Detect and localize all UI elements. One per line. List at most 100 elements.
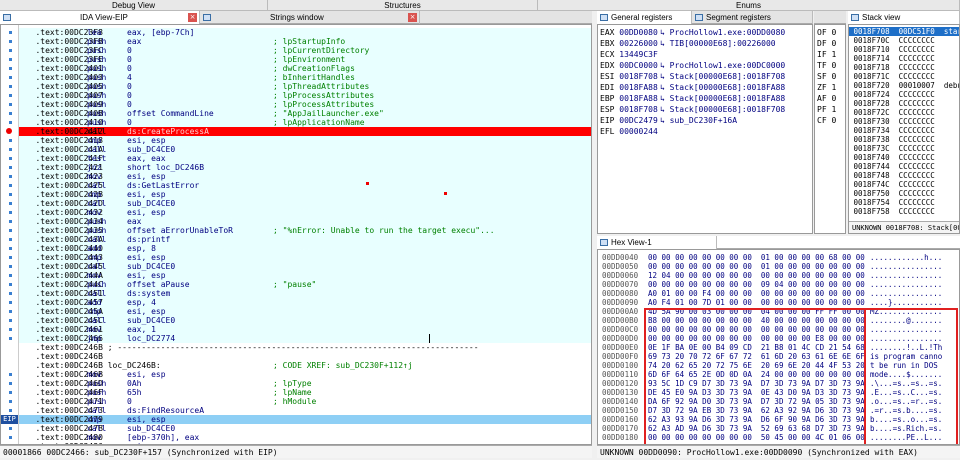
disasm-line[interactable]: .text:00DC2451 call ds:system [19, 289, 591, 298]
flag-row[interactable]: SF 0 [817, 71, 836, 82]
stack-row[interactable]: 0018F708 00DC51F0 start [849, 27, 959, 36]
close-icon[interactable]: × [408, 13, 417, 22]
stack-row[interactable]: 0018F754 CCCCCCCC [849, 198, 959, 207]
disasm-line[interactable]: .text:00DC23F8 lea eax, [ebp-7Ch] [19, 28, 591, 37]
disasm-line[interactable]: .text:00DC2407 push 0; lpProcessAttributes [19, 91, 591, 100]
disasm-line[interactable]: .text:00DC2471 push 0; hModule [19, 397, 591, 406]
register-row[interactable]: ESI 0018F708 ↳ Stack[00000E68]:0018F708 [600, 71, 785, 82]
disasm-line[interactable]: .text:00DC244C push offset aPause; "pause" [19, 280, 591, 289]
disasm-line[interactable]: .text:00DC242B cmp esi, esp [19, 190, 591, 199]
disasm-line[interactable]: .text:00DC2409 push 0; lpProcessAttributes [19, 100, 591, 109]
disasm-line[interactable]: .text:00DC244A mov esi, esp [19, 271, 591, 280]
register-row[interactable]: ESP 0018F708 ↳ Stack[00000E68]:0018F708 [600, 104, 785, 115]
disasm-line[interactable]: .text:00DC243A call ds:printf [19, 235, 591, 244]
disasm-line[interactable]: .text:00DC2401 push 0; dwCreationFlags [19, 64, 591, 73]
disasm-line[interactable]: .text:00DC2440 add esp, 8 [19, 244, 591, 253]
disasm-line[interactable]: .text:00DC2403 push 4; bInheritHandles [19, 73, 591, 82]
stack-row[interactable]: 0018F718 CCCCCCCC [849, 63, 959, 72]
register-row[interactable]: EBX 00226000 ↳ TIB[00000E68]:00226000 [600, 38, 776, 49]
stack-row[interactable]: 0018F750 CCCCCCCC [849, 189, 959, 198]
stack-row[interactable]: 0018F720 00010007 debug0 [849, 81, 960, 90]
hex-row[interactable]: 00DD0070 00 00 00 00 00 00 00 00 09 04 00… [598, 280, 959, 289]
register-row[interactable]: EBP 0018FA88 ↳ Stack[00000E68]:0018FA88 [600, 93, 785, 104]
disasm-line[interactable]: .text:00DC2461 mov eax, 1 [19, 325, 591, 334]
hex-row[interactable]: 00DD0090 A0 F4 01 00 7D 01 00 00 00 00 00… [598, 298, 959, 307]
hex-row[interactable]: 00DD0040 00 00 00 00 00 00 00 00 01 00 00… [598, 253, 959, 262]
stack-row[interactable]: 0018F738 CCCCCCCC [849, 135, 959, 144]
tab-segment-registers[interactable]: Segment registers [692, 11, 813, 24]
flag-row[interactable]: CF 0 [817, 115, 836, 126]
disasm-line[interactable]: .text:00DC2418 cmp esi, esp [19, 136, 591, 145]
stack-row[interactable]: 0018F724 CCCCCCCC [849, 90, 959, 99]
disasm-line[interactable]: .text:00DC2425 call ds:GetLastError [19, 181, 591, 190]
disasm-line[interactable]: .text:00DC2466 jmp loc_DC2774 [19, 334, 591, 343]
disasm-line[interactable]: .text:00DC23FE push 0; lpEnvironment [19, 55, 591, 64]
disasm-line[interactable]: .text:00DC2405 push 0; lpThreadAttributes [19, 82, 591, 91]
tab-stack-view[interactable]: Stack view [848, 11, 960, 24]
disasm-line[interactable]: .text:00DC247B call sub_DC4CE0 [19, 424, 591, 433]
stack-row[interactable]: 0018F70C CCCCCCCC [849, 36, 959, 45]
stack-row[interactable]: 0018F740 CCCCCCCC [849, 153, 959, 162]
register-row[interactable]: EDX 00DC0000 ↳ ProcHollow1.exe:00DC0000 [600, 60, 785, 71]
disasm-line[interactable]: .text:00DC2479 cmp esi, esp [19, 415, 591, 424]
flag-row[interactable]: PF 1 [817, 104, 836, 115]
tab-ida-view-eip[interactable]: IDA View-EIP × [0, 11, 200, 24]
disasm-line[interactable]: .text:00DC2434 push eax [19, 217, 591, 226]
disasm-line[interactable]: .text:00DC23FC push 0; lpCurrentDirectory [19, 46, 591, 55]
register-row[interactable]: EDI 0018FA88 ↳ Stack[00000E68]:0018FA88 [600, 82, 785, 93]
hex-row[interactable]: 00DD0080 A0 01 00 00 F4 00 00 00 00 00 00… [598, 289, 959, 298]
disasm-line[interactable]: .text:00DC2432 mov esi, esp [19, 208, 591, 217]
disasm-line[interactable]: .text:00DC245C call sub_DC4CE0 [19, 316, 591, 325]
disasm-line[interactable]: .text:00DC242D call sub_DC4CE0 [19, 199, 591, 208]
stack-row[interactable]: 0018F734 CCCCCCCC [849, 126, 959, 135]
disasm-line[interactable]: .text:00DC246F push 65h; lpName [19, 388, 591, 397]
register-row[interactable]: EAX 00DD0080 ↳ ProcHollow1.exe:00DD0080 [600, 27, 785, 38]
disasm-line[interactable]: .text:00DC246D push 0Ah; lpType [19, 379, 591, 388]
stack-row[interactable]: 0018F714 CCCCCCCC [849, 54, 959, 63]
disassembly-view[interactable]: EIP .text:00DC23F8 lea eax, [ebp-7Ch] .tex… [0, 24, 592, 445]
register-row[interactable]: ECX 13449C3F [600, 49, 658, 60]
disasm-line[interactable]: .text:00DC241F test eax, eax [19, 154, 591, 163]
tab-debug-view[interactable]: Debug View [0, 0, 268, 11]
close-icon[interactable]: × [188, 13, 197, 22]
disasm-line[interactable]: .text:00DC2443 cmp esi, esp [19, 253, 591, 262]
hex-row[interactable]: 00DD0060 12 04 00 00 00 00 00 00 00 00 00… [598, 271, 959, 280]
tab-strings-window[interactable]: Strings window × [200, 11, 420, 24]
disasm-line[interactable]: .text:00DC246B ; -----------------------… [19, 343, 591, 352]
tab-enums[interactable]: Enums [538, 0, 960, 11]
disasm-line[interactable]: .text:00DC240B push offset CommandLine; "A… [19, 109, 591, 118]
disasm-line[interactable]: .text:00DC241A call sub_DC4CE0 [19, 145, 591, 154]
disasm-line[interactable]: .text:00DC2421 jnz short loc_DC246B [19, 163, 591, 172]
stack-row[interactable]: 0018F758 CCCCCCCC [849, 207, 959, 216]
disasm-line[interactable]: .text:00DC23FB push eax; lpStartupInfo [19, 37, 591, 46]
stack-row[interactable]: 0018F72C CCCCCCCC [849, 108, 959, 117]
breakpoint-icon[interactable] [6, 128, 12, 134]
stack-view[interactable]: 0018F758 CCCCCCCC 0018F754 CCCCCCCC 0018… [848, 24, 960, 234]
flag-row[interactable]: OF 0 [817, 27, 836, 38]
disasm-line[interactable]: .text:00DC2473 call ds:FindResourceA [19, 406, 591, 415]
stack-row[interactable]: 0018F730 CCCCCCCC [849, 117, 959, 126]
disasm-line[interactable]: .text:00DC2457 add esp, 4 [19, 298, 591, 307]
register-row[interactable]: EFL 00000244 [600, 126, 658, 137]
stack-row[interactable]: 0018F73C CCCCCCCC [849, 144, 959, 153]
disasm-line[interactable]: .text:00DC2410 push 0; lpApplicationName [19, 118, 591, 127]
flag-row[interactable]: TF 0 [817, 60, 836, 71]
flag-row[interactable]: IF 1 [817, 49, 836, 60]
stack-row[interactable]: 0018F744 CCCCCCCC [849, 162, 959, 171]
disasm-line[interactable]: .text:00DC2412 call ds:CreateProcessA [19, 127, 591, 136]
disasm-line[interactable]: .text:00DC246B [19, 352, 591, 361]
hex-view[interactable]: 00DD0040 00 00 00 00 00 00 00 00 01 00 00… [597, 249, 960, 445]
disasm-line[interactable]: .text:00DC2480 mov [ebp-370h], eax [19, 433, 591, 442]
disasm-line[interactable]: .text:00DC246B mov esi, esp [19, 370, 591, 379]
tab-hex-view[interactable]: Hex View-1 [597, 236, 717, 249]
tab-structures[interactable]: Structures [268, 0, 538, 11]
register-row[interactable]: EIP 00DC2479 ↳ sub_DC230F+16A [600, 115, 737, 126]
tab-general-registers[interactable]: General registers [597, 11, 692, 24]
disasm-line[interactable]: .text:00DC245A cmp esi, esp [19, 307, 591, 316]
disasm-line[interactable]: .text:00DC246B loc_DC246B: ; CODE XREF: s… [19, 361, 591, 370]
stack-row[interactable]: 0018F728 CCCCCCCC [849, 99, 959, 108]
breakpoint-gutter[interactable]: EIP [1, 25, 19, 444]
disasm-line[interactable]: .text:00DC2435 push offset aErrorUnableToR… [19, 226, 591, 235]
flag-row[interactable]: DF 0 [817, 38, 836, 49]
flag-row[interactable]: AF 0 [817, 93, 836, 104]
